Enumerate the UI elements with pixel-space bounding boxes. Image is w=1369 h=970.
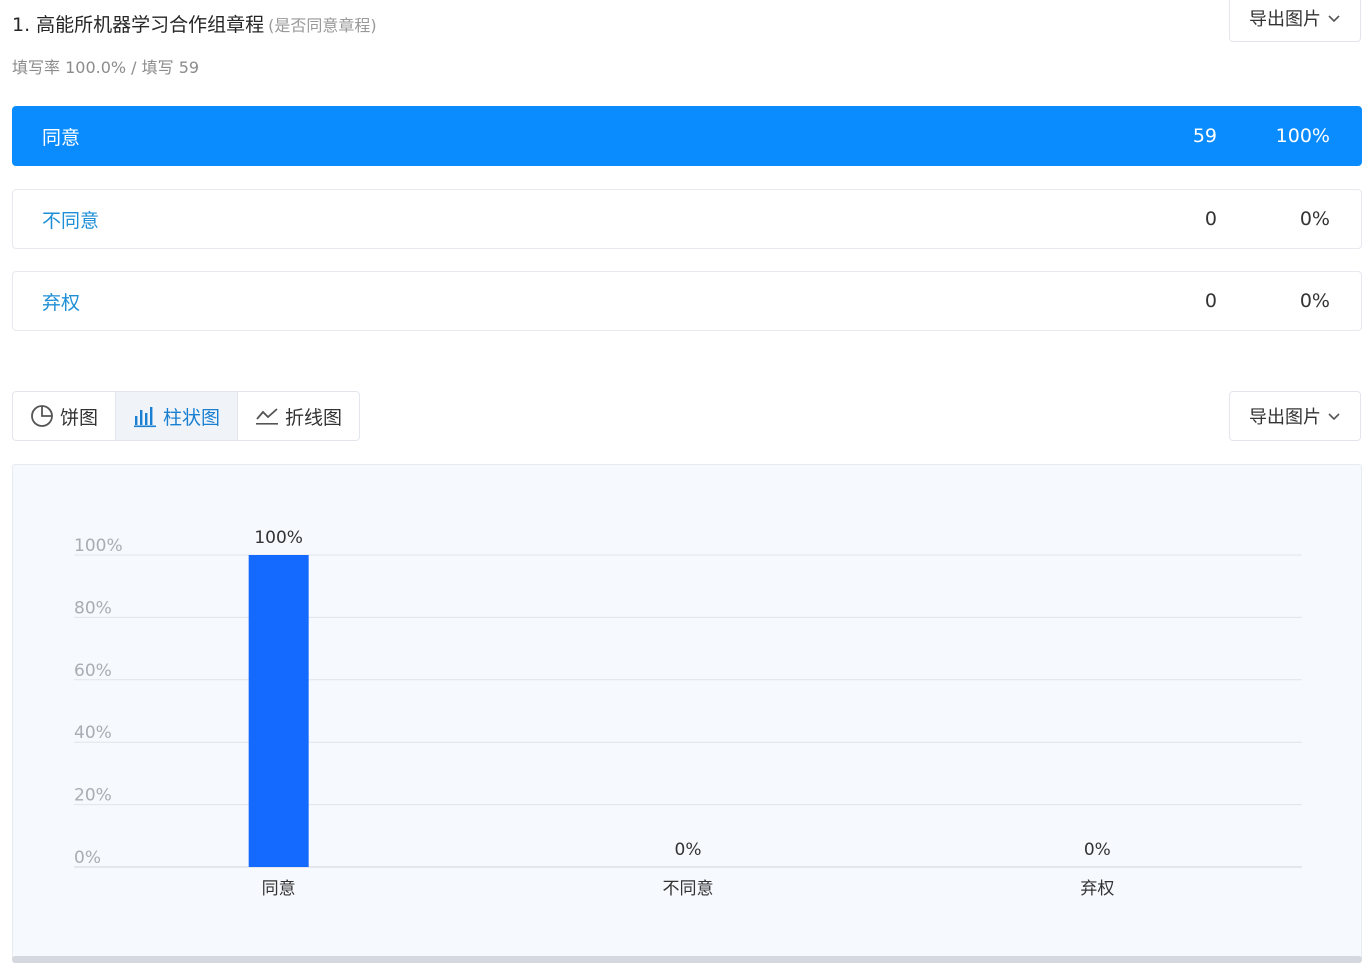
bar-chart: 0% 20% 40% 60% 80% 100% 100% 同意 0% 不同意 0% 弃权 [74, 528, 1302, 899]
line-chart-icon [256, 408, 279, 425]
bar [248, 555, 309, 867]
y-tick-label: 80% [74, 598, 112, 618]
data-label: 0% [1084, 840, 1111, 860]
x-tick-label: 弃权 [1080, 879, 1114, 899]
chevron-down-icon [1328, 413, 1340, 421]
pie-chart-icon [31, 405, 53, 427]
question-stats: 填写率 100.0% / 填写 59 [12, 58, 200, 77]
option-percent: 0% [1299, 208, 1330, 230]
export-image-button-chart[interactable]: 导出图片 [1229, 391, 1361, 441]
export-label: 导出图片 [1249, 9, 1321, 30]
tab-label: 饼图 [60, 406, 99, 429]
tab-bar-chart[interactable]: 柱状图 [116, 392, 239, 440]
option-percent: 0% [1299, 290, 1330, 312]
tab-pie-chart[interactable]: 饼图 [13, 392, 117, 440]
option-row-disagree[interactable]: 不同意 0 0% [12, 189, 1362, 249]
tab-line-chart[interactable]: 折线图 [238, 392, 359, 440]
chart-type-tabs: 饼图 柱状图 折线图 [12, 391, 361, 441]
question-title-text: 1. 高能所机器学习合作组章程 [12, 14, 265, 36]
y-tick-label: 0% [74, 848, 101, 868]
data-label: 0% [675, 840, 702, 860]
option-count: 0 [1204, 290, 1217, 312]
x-tick-label: 不同意 [663, 879, 714, 899]
bar-chart-icon [134, 407, 157, 428]
y-tick-label: 60% [74, 661, 112, 681]
x-tick-label: 同意 [262, 879, 296, 899]
chart-panel: 0% 20% 40% 60% 80% 100% 100% 同意 0% 不同意 0% 弃权 [12, 464, 1362, 960]
option-count: 59 [1192, 125, 1217, 147]
option-label: 不同意 [42, 209, 100, 232]
y-tick-label: 20% [74, 786, 112, 806]
option-label: 弃权 [42, 291, 81, 314]
export-image-button-top[interactable]: 导出图片 [1229, 0, 1361, 42]
question-title: 1. 高能所机器学习合作组章程 (是否同意章程) [12, 10, 377, 37]
option-count: 0 [1204, 208, 1217, 230]
option-row-abstain[interactable]: 弃权 0 0% [12, 271, 1362, 331]
export-label: 导出图片 [1249, 407, 1321, 428]
tab-label: 柱状图 [163, 406, 221, 429]
question-subtitle: (是否同意章程) [268, 16, 377, 35]
option-row-agree[interactable]: 同意 59 100% [12, 106, 1362, 166]
data-label: 100% [254, 528, 303, 548]
chevron-down-icon [1328, 15, 1340, 23]
tab-label: 折线图 [285, 406, 343, 429]
y-tick-label: 40% [74, 723, 112, 743]
option-percent: 100% [1275, 125, 1330, 147]
y-tick-label: 100% [74, 536, 123, 556]
option-label: 同意 [42, 126, 81, 149]
horizontal-scrollbar[interactable] [12, 956, 1362, 963]
